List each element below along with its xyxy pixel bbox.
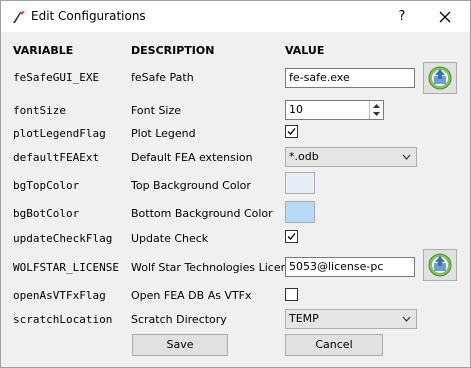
variable-openAsVTFxFlag: openAsVTFxFlag (13, 289, 106, 302)
description-plotLegendFlag: Plot Legend (131, 127, 196, 140)
spin-down-icon[interactable] (370, 110, 383, 119)
description-feSafeGUI_EXE: feSafe Path (131, 71, 194, 84)
spin-up-icon[interactable] (370, 101, 383, 110)
folder-upload-icon (428, 253, 452, 277)
header-value: VALUE (285, 44, 325, 57)
variable-scratchLocation: scratchLocation (13, 313, 113, 326)
fesafe-path-browse-button[interactable] (423, 62, 457, 94)
header-variable: VARIABLE (13, 44, 74, 57)
bottom-background-color-swatch[interactable] (285, 201, 315, 223)
variable-updateCheckFlag: updateCheckFlag (13, 232, 113, 245)
description-WOLFSTAR_LICENSE: Wolf Star Technologies License (131, 261, 301, 274)
variable-fontSize: fontSize (13, 104, 66, 117)
save-button[interactable]: Save (132, 334, 228, 356)
variable-bgBotColor: bgBotColor (13, 207, 80, 220)
variable-defaultFEAExt: defaultFEAExt (13, 151, 100, 164)
scratch-directory-combo[interactable]: TEMP (285, 309, 417, 329)
checkmark-icon (287, 128, 296, 135)
variable-WOLFSTAR_LICENSE: WOLFSTAR_LICENSE (13, 261, 119, 274)
variable-feSafeGUI_EXE: feSafeGUI_EXE (13, 71, 100, 84)
description-bgBotColor: Bottom Background Color (131, 207, 273, 220)
help-button[interactable]: ? (392, 7, 412, 27)
edit-configurations-dialog: Edit Configurations ? VARIABLE DESCRIPTI… (0, 0, 471, 368)
folder-upload-icon (428, 66, 452, 90)
chevron-down-icon (402, 316, 411, 322)
chevron-down-icon (402, 154, 411, 160)
wolfstar-license-input[interactable]: 5053@license-pc (285, 257, 415, 277)
variable-plotLegendFlag: plotLegendFlag (13, 127, 106, 140)
cancel-button[interactable]: Cancel (285, 334, 383, 356)
font-size-value: 10 (289, 103, 303, 116)
description-updateCheckFlag: Update Check (131, 232, 209, 245)
description-bgTopColor: Top Background Color (131, 179, 251, 192)
variable-bgTopColor: bgTopColor (13, 179, 80, 192)
scratch-directory-value: TEMP (289, 312, 319, 325)
description-scratchLocation: Scratch Directory (131, 313, 227, 326)
title-bar: Edit Configurations ? (1, 1, 470, 32)
font-size-spin-buttons (369, 101, 383, 119)
description-fontSize: Font Size (131, 104, 182, 117)
header-description: DESCRIPTION (131, 44, 215, 57)
checkmark-icon (287, 233, 296, 240)
wolfstar-logo-icon (13, 11, 25, 23)
window-title: Edit Configurations (31, 9, 146, 23)
default-fea-extension-combo[interactable]: *.odb (285, 147, 417, 167)
top-background-color-swatch[interactable] (285, 172, 315, 194)
default-fea-extension-value: *.odb (289, 150, 319, 163)
wolfstar-license-browse-button[interactable] (423, 249, 457, 281)
open-as-vtfx-checkbox[interactable] (285, 288, 298, 301)
description-openAsVTFxFlag: Open FEA DB As VTFx (131, 289, 252, 302)
plot-legend-checkbox[interactable] (285, 125, 298, 138)
update-check-checkbox[interactable] (285, 230, 298, 243)
fesafe-path-input[interactable]: fe-safe.exe (285, 68, 415, 88)
font-size-spinbox[interactable]: 10 (285, 100, 384, 120)
close-icon[interactable] (433, 5, 457, 29)
description-defaultFEAExt: Default FEA extension (131, 151, 253, 164)
